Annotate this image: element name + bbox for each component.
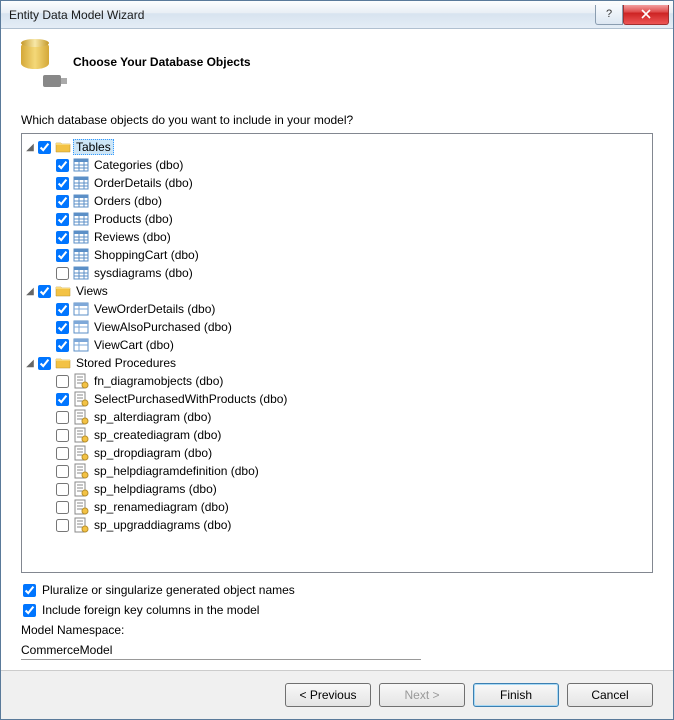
table-icon [73,157,89,173]
group-checkbox-views[interactable] [38,285,51,298]
namespace-input[interactable] [21,641,421,660]
item-checkbox[interactable] [56,177,69,190]
item-label[interactable]: ShoppingCart (dbo) [91,247,202,263]
sp-icon [73,409,89,425]
item-label[interactable]: sp_helpdiagrams (dbo) [91,481,220,497]
expander-icon[interactable]: ◢ [24,142,36,153]
item-checkbox[interactable] [56,429,69,442]
item-checkbox[interactable] [56,231,69,244]
sp-icon [73,427,89,443]
item-label[interactable]: sp_helpdiagramdefinition (dbo) [91,463,262,479]
item-checkbox[interactable] [56,249,69,262]
sp-icon [73,481,89,497]
table-icon [73,265,89,281]
item-checkbox[interactable] [56,195,69,208]
wizard-dialog: Entity Data Model Wizard ? Choose Your D… [0,0,674,720]
cancel-button[interactable]: Cancel [567,683,653,707]
item-checkbox[interactable] [56,321,69,334]
item-checkbox[interactable] [56,483,69,496]
group-checkbox-sprocs[interactable] [38,357,51,370]
folder-icon [55,139,71,155]
previous-button[interactable]: < Previous [285,683,371,707]
item-label[interactable]: VewOrderDetails (dbo) [91,301,218,317]
item-checkbox[interactable] [56,267,69,280]
item-checkbox[interactable] [56,447,69,460]
prompt-text: Which database objects do you want to in… [21,113,653,127]
item-label[interactable]: Reviews (dbo) [91,229,174,245]
item-checkbox[interactable] [56,501,69,514]
foreign-key-checkbox[interactable] [23,604,36,617]
help-button[interactable]: ? [595,5,623,25]
item-label[interactable]: sp_alterdiagram (dbo) [91,409,214,425]
sp-icon [73,463,89,479]
sp-icon [73,499,89,515]
foreign-key-label: Include foreign key columns in the model [42,603,259,617]
item-label[interactable]: Orders (dbo) [91,193,165,209]
table-icon [73,229,89,245]
item-label[interactable]: sysdiagrams (dbo) [91,265,196,281]
close-button[interactable] [623,5,669,25]
item-checkbox[interactable] [56,159,69,172]
item-checkbox[interactable] [56,339,69,352]
pluralize-label: Pluralize or singularize generated objec… [42,583,295,597]
table-icon [73,175,89,191]
objects-tree[interactable]: ◢ Tables Categories (dbo) OrderDetails (dbo… [21,133,653,573]
item-checkbox[interactable] [56,519,69,532]
folder-icon [55,283,71,299]
group-label-tables[interactable]: Tables [73,139,114,155]
folder-icon [55,355,71,371]
sp-icon [73,445,89,461]
sp-icon [73,517,89,533]
expander-icon[interactable]: ◢ [24,358,36,369]
item-label[interactable]: sp_upgraddiagrams (dbo) [91,517,234,533]
page-title: Choose Your Database Objects [73,55,251,69]
item-checkbox[interactable] [56,375,69,388]
group-label-sprocs[interactable]: Stored Procedures [73,355,179,371]
item-checkbox[interactable] [56,465,69,478]
group-label-views[interactable]: Views [73,283,111,299]
table-icon [73,193,89,209]
view-icon [73,337,89,353]
item-checkbox[interactable] [56,393,69,406]
group-checkbox-tables[interactable] [38,141,51,154]
item-label[interactable]: sp_creatediagram (dbo) [91,427,224,443]
item-label[interactable]: fn_diagramobjects (dbo) [91,373,226,389]
titlebar: Entity Data Model Wizard ? [1,1,673,29]
item-label[interactable]: ViewCart (dbo) [91,337,177,353]
item-label[interactable]: sp_dropdiagram (dbo) [91,445,215,461]
expander-icon[interactable]: ◢ [24,286,36,297]
item-checkbox[interactable] [56,213,69,226]
sp-icon [73,391,89,407]
table-icon [73,211,89,227]
item-label[interactable]: SelectPurchasedWithProducts (dbo) [91,391,290,407]
button-bar: < Previous Next > Finish Cancel [1,670,673,719]
item-label[interactable]: Categories (dbo) [91,157,186,173]
item-checkbox[interactable] [56,411,69,424]
finish-button[interactable]: Finish [473,683,559,707]
view-icon [73,319,89,335]
item-label[interactable]: Products (dbo) [91,211,176,227]
window-title: Entity Data Model Wizard [9,8,595,22]
sp-icon [73,373,89,389]
item-label[interactable]: OrderDetails (dbo) [91,175,196,191]
next-button[interactable]: Next > [379,683,465,707]
item-checkbox[interactable] [56,303,69,316]
database-icon [21,41,57,89]
pluralize-checkbox[interactable] [23,584,36,597]
namespace-label: Model Namespace: [21,623,653,637]
table-icon [73,247,89,263]
view-icon [73,301,89,317]
item-label[interactable]: ViewAlsoPurchased (dbo) [91,319,235,335]
item-label[interactable]: sp_renamediagram (dbo) [91,499,232,515]
